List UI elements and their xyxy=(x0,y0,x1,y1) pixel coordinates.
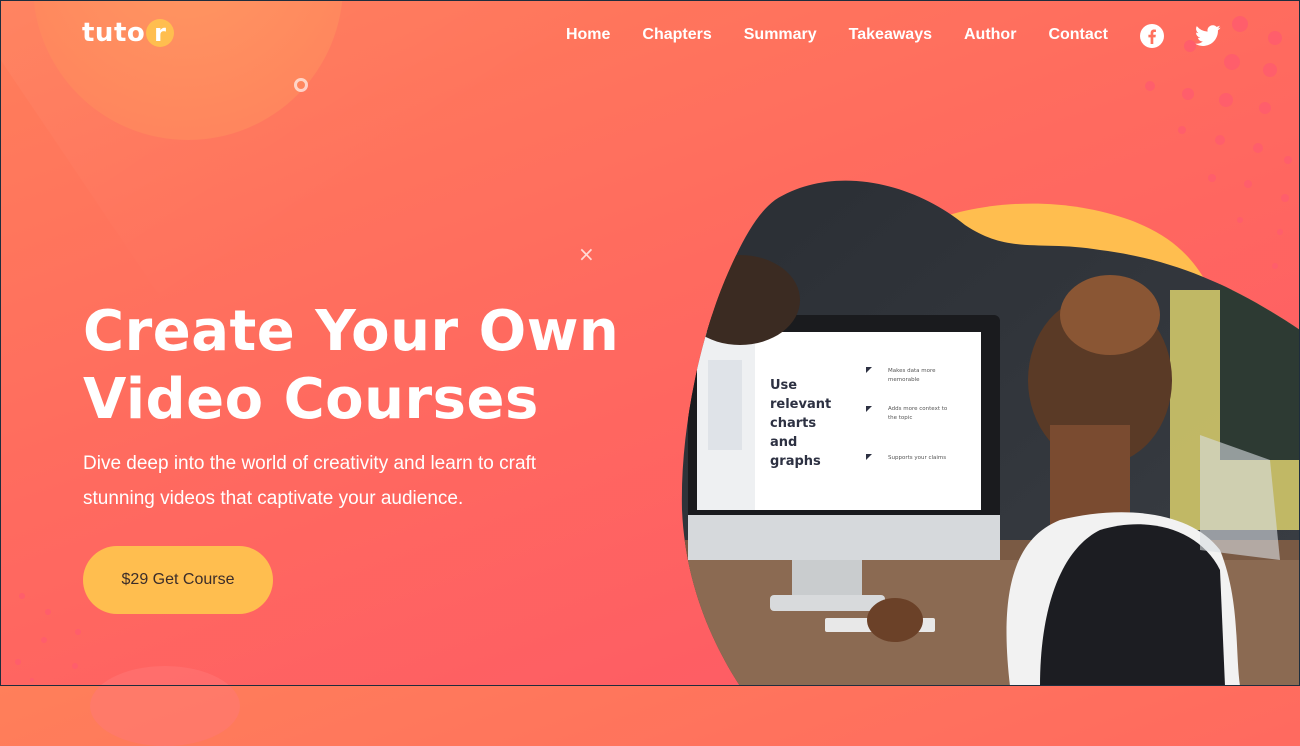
hero-subtitle: Dive deep into the world of creativity a… xyxy=(83,453,537,509)
decorative-dot xyxy=(1178,126,1186,134)
decorative-dot xyxy=(75,629,81,635)
decorative-dot xyxy=(1284,156,1292,164)
decorative-dot xyxy=(1219,93,1233,107)
brand-logo[interactable]: tuto r xyxy=(82,18,175,48)
screen-heading-line: charts xyxy=(770,416,816,431)
decorative-dot xyxy=(15,659,21,665)
screen-heading-line: Use xyxy=(770,378,797,393)
decorative-dot xyxy=(19,593,25,599)
decorative-dot xyxy=(1184,40,1196,52)
decorative-dot xyxy=(1268,31,1282,45)
nav-author[interactable]: Author xyxy=(964,26,1016,44)
facebook-icon[interactable] xyxy=(1138,22,1166,50)
cross-decoration: × xyxy=(578,242,595,266)
nav-takeaways[interactable]: Takeaways xyxy=(849,26,932,44)
screen-bullet: memorable xyxy=(888,377,920,383)
screen-heading-line: graphs xyxy=(770,454,821,469)
logo-text: tuto xyxy=(82,18,146,48)
main-nav: Home Chapters Summary Takeaways Author C… xyxy=(566,26,1108,44)
hero-title-line1: Create Your Own xyxy=(83,299,620,364)
screen-bullet: Makes data more xyxy=(888,368,936,374)
nav-chapters[interactable]: Chapters xyxy=(642,26,711,44)
decorative-dot xyxy=(45,609,51,615)
nav-contact[interactable]: Contact xyxy=(1048,26,1108,44)
decorative-dot xyxy=(72,663,78,669)
decorative-dot xyxy=(1263,63,1277,77)
decorative-dot xyxy=(1232,16,1248,32)
hero-title-line2: Video Courses xyxy=(83,367,539,432)
get-course-button[interactable]: $29 Get Course xyxy=(83,546,273,614)
decorative-dot xyxy=(1215,135,1225,145)
decorative-dot xyxy=(1182,88,1194,100)
nav-summary[interactable]: Summary xyxy=(744,26,817,44)
decorative-dot xyxy=(1145,81,1155,91)
ring-decoration xyxy=(294,78,308,92)
logo-badge: r xyxy=(146,19,175,47)
screen-bullet: the topic xyxy=(888,415,912,421)
decorative-dot xyxy=(1253,143,1263,153)
twitter-icon[interactable] xyxy=(1194,22,1222,50)
decorative-dot xyxy=(1224,54,1240,70)
hero-image: Use relevant charts and graphs Makes dat… xyxy=(680,180,1300,686)
screen-heading-line: relevant xyxy=(770,397,831,412)
screen-heading-line: and xyxy=(770,435,797,450)
screen-bullet: Adds more context to xyxy=(888,406,948,412)
background-circle-bottom xyxy=(90,666,240,746)
decorative-dot xyxy=(30,678,34,682)
screen-bullet: Supports your claims xyxy=(888,455,946,461)
nav-home[interactable]: Home xyxy=(566,26,610,44)
decorative-dot xyxy=(41,637,47,643)
hero-title: Create Your Own Video Courses xyxy=(83,298,643,434)
decorative-dot xyxy=(1259,102,1271,114)
